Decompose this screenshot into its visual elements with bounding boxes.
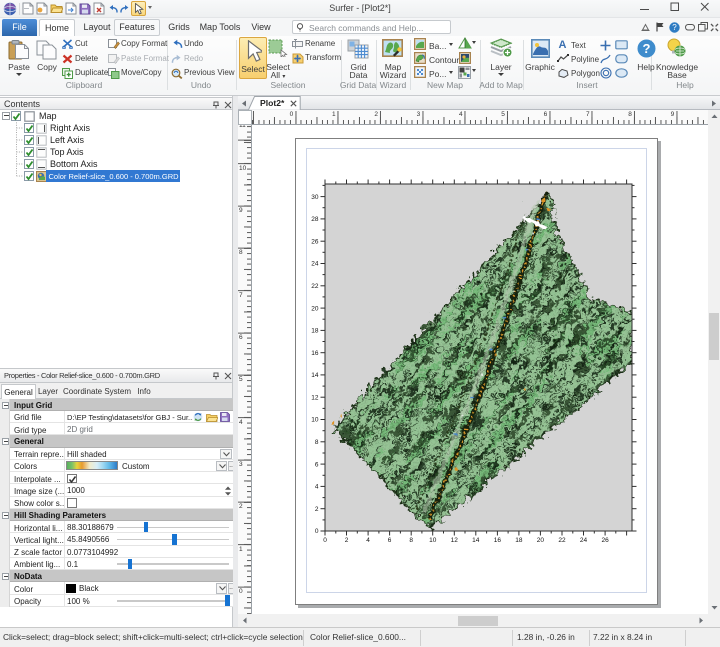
svg-text:16: 16	[494, 537, 502, 544]
svg-text:20: 20	[311, 305, 319, 312]
svg-text:8: 8	[409, 537, 413, 544]
svg-text:18: 18	[311, 328, 319, 335]
svg-text:20: 20	[537, 537, 545, 544]
svg-text:24: 24	[580, 537, 588, 544]
svg-text:16: 16	[311, 350, 319, 357]
svg-text:6: 6	[315, 461, 319, 468]
svg-text:4: 4	[366, 537, 370, 544]
svg-text:26: 26	[311, 238, 319, 245]
svg-text:2: 2	[315, 506, 319, 513]
svg-text:0: 0	[315, 528, 319, 535]
svg-text:22: 22	[311, 283, 319, 290]
svg-text:8: 8	[315, 439, 319, 446]
svg-text:14: 14	[472, 537, 480, 544]
svg-text:26: 26	[601, 537, 609, 544]
svg-text:4: 4	[315, 484, 319, 491]
svg-text:14: 14	[311, 372, 319, 379]
svg-text:?: ?	[643, 41, 651, 56]
svg-text:?: ?	[672, 23, 677, 32]
svg-text:28: 28	[311, 216, 319, 223]
svg-text:2: 2	[345, 537, 349, 544]
svg-text:12: 12	[311, 394, 319, 401]
svg-text:0: 0	[323, 537, 327, 544]
svg-text:10: 10	[429, 537, 437, 544]
svg-text:30: 30	[311, 194, 319, 201]
svg-text:6: 6	[388, 537, 392, 544]
svg-text:10: 10	[311, 417, 319, 424]
svg-text:22: 22	[558, 537, 566, 544]
svg-text:12: 12	[451, 537, 459, 544]
svg-text:24: 24	[311, 261, 319, 268]
svg-text:18: 18	[515, 537, 523, 544]
